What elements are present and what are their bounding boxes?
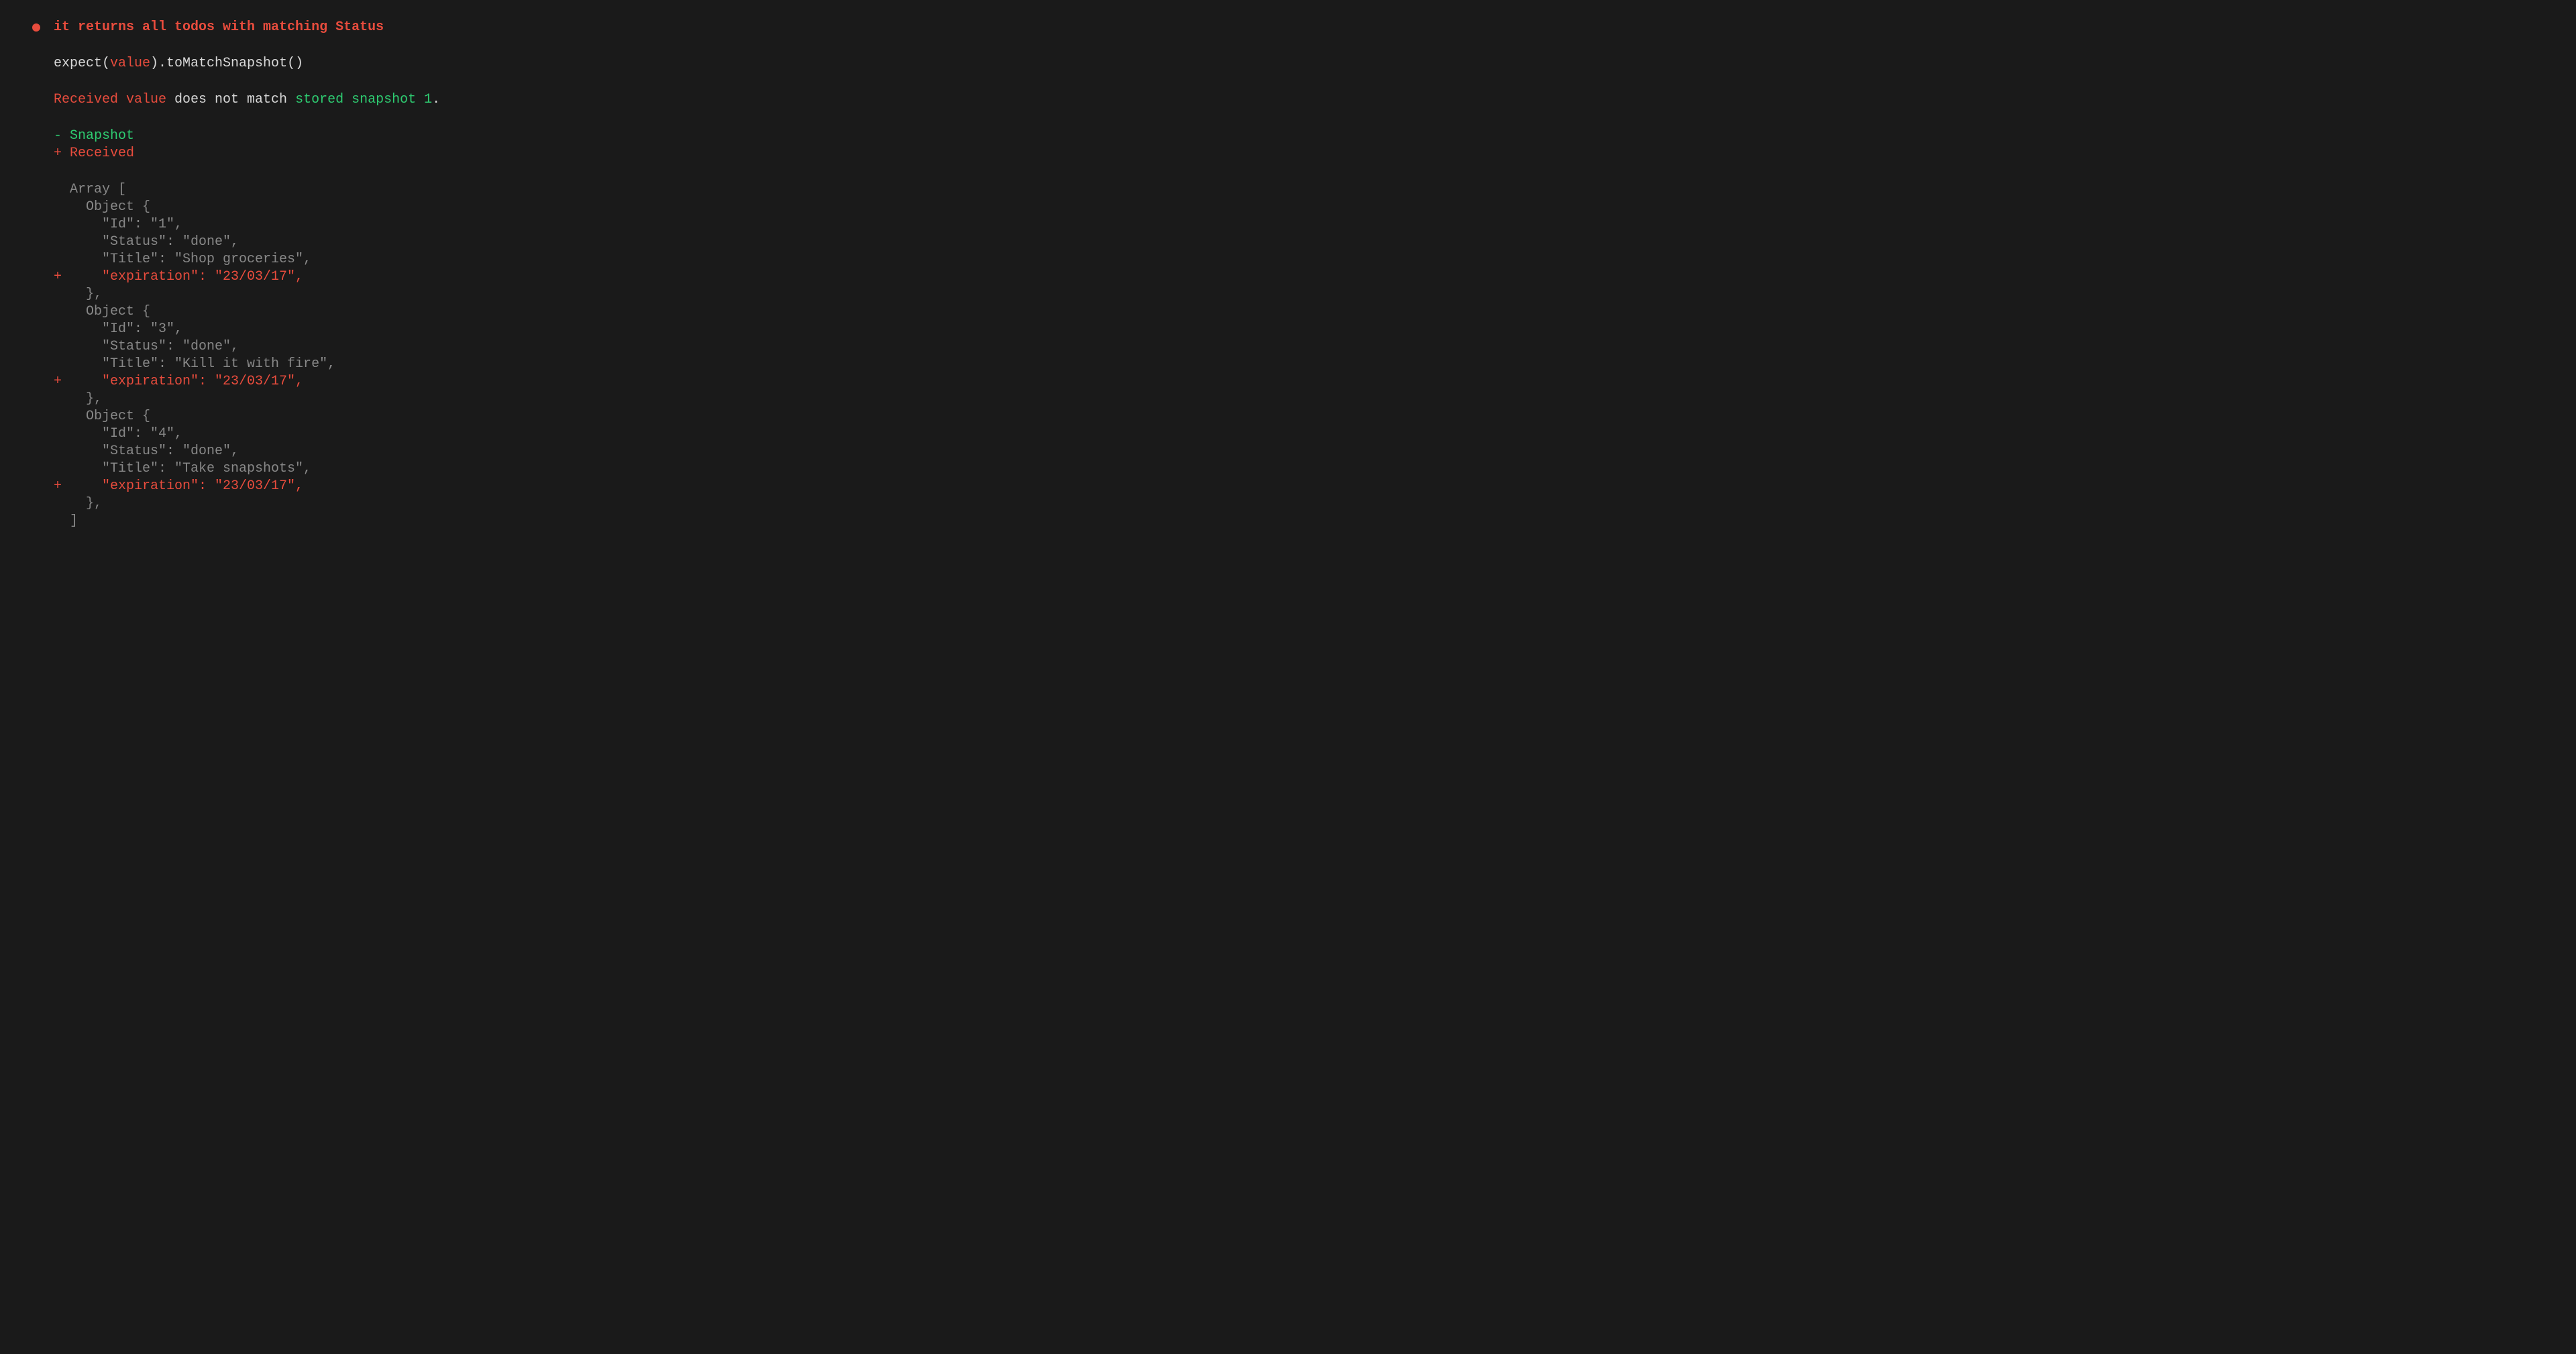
diff-legend: - Snapshot + Received [54,127,2576,162]
diff-line-context: "Id": "1", [54,216,2576,233]
diff-line-context: }, [54,495,2576,513]
mismatch-period: . [432,92,440,107]
diff-line-context: "Title": "Shop groceries", [54,251,2576,268]
legend-snapshot: - Snapshot [54,127,2576,145]
diff-line-added: + "expiration": "23/03/17", [54,268,2576,286]
diff-line-context: "Status": "done", [54,338,2576,356]
diff-line-context: "Id": "4", [54,425,2576,443]
diff-line-context: "Id": "3", [54,321,2576,338]
diff-line-context: Object { [54,199,2576,216]
test-title: it returns all todos with matching Statu… [54,19,384,36]
expect-value: value [110,56,150,71]
diff-line-context: Object { [54,303,2576,321]
diff-line-context: "Status": "done", [54,443,2576,460]
diff-line-context: Array [ [54,181,2576,199]
diff-line-context: }, [54,390,2576,408]
diff-line-context: }, [54,286,2576,303]
fail-dot-icon [32,23,40,32]
test-header: it returns all todos with matching Statu… [32,19,2576,36]
diff-line-context: "Title": "Take snapshots", [54,460,2576,478]
expect-suffix: ).toMatchSnapshot() [150,56,303,71]
diff-block: Array [ Object { "Id": "1", "Status": "d… [54,181,2576,530]
diff-line-added: + "expiration": "23/03/17", [54,478,2576,495]
diff-line-context: ] [54,513,2576,530]
mismatch-message: Received value does not match stored sna… [54,91,2576,109]
mismatch-received: Received value [54,92,166,107]
diff-line-added: + "expiration": "23/03/17", [54,373,2576,390]
diff-line-context: "Status": "done", [54,233,2576,251]
mismatch-middle: does not match [166,92,295,107]
diff-line-context: "Title": "Kill it with fire", [54,356,2576,373]
diff-line-context: Object { [54,408,2576,425]
expect-call: expect(value).toMatchSnapshot() [54,55,2576,72]
terminal-output: it returns all todos with matching Statu… [0,19,2576,530]
expect-prefix: expect( [54,56,110,71]
mismatch-stored: stored snapshot 1 [295,92,432,107]
legend-received: + Received [54,145,2576,162]
